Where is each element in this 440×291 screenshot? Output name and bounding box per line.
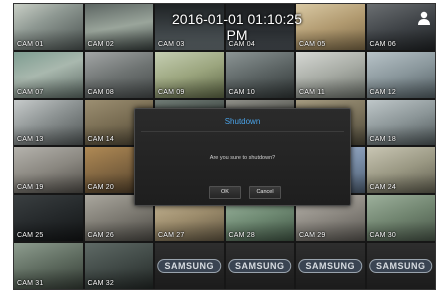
samsung-logo: SAMSUNG xyxy=(157,259,222,274)
camera-tile[interactable]: CAM 02 xyxy=(84,4,153,50)
camera-label: CAM 13 xyxy=(17,136,44,144)
camera-label: CAM 25 xyxy=(17,232,44,240)
camera-label: CAM 26 xyxy=(87,232,114,240)
dialog-message: Are you sure to shutdown? xyxy=(209,155,276,161)
camera-tile[interactable]: CAM 24 xyxy=(366,147,435,194)
no-camera-tile: SAMSUNG xyxy=(296,243,365,289)
camera-label: CAM 29 xyxy=(299,232,326,240)
camera-tile[interactable]: CAM 10 xyxy=(225,51,294,98)
shutdown-dialog: Shutdown Are you sure to shutdown? OK Ca… xyxy=(134,108,351,206)
camera-label: CAM 10 xyxy=(228,88,255,96)
cancel-button[interactable]: Cancel xyxy=(249,186,281,199)
camera-label: CAM 32 xyxy=(87,279,114,287)
camera-label: CAM 20 xyxy=(87,184,114,192)
samsung-logo: SAMSUNG xyxy=(227,259,292,274)
camera-tile[interactable]: CAM 09 xyxy=(155,51,224,98)
camera-label: CAM 24 xyxy=(369,184,396,192)
datetime-display: 2016-01-01 01:10:25 PM xyxy=(172,11,302,43)
no-camera-tile: SAMSUNG xyxy=(366,243,435,289)
camera-label: CAM 27 xyxy=(158,232,185,240)
camera-monitor: CAM 01 CAM 02 CAM 03 CAM 04 CAM 05 CAM 0… xyxy=(13,3,436,290)
camera-tile[interactable]: CAM 11 xyxy=(296,51,365,98)
camera-tile[interactable]: CAM 19 xyxy=(14,147,83,194)
camera-tile[interactable]: CAM 18 xyxy=(366,99,435,146)
camera-label: CAM 08 xyxy=(87,88,114,96)
samsung-logo: SAMSUNG xyxy=(368,259,433,274)
camera-label: CAM 09 xyxy=(158,88,185,96)
camera-label: CAM 14 xyxy=(87,136,114,144)
dialog-divider xyxy=(141,131,344,132)
camera-tile[interactable]: CAM 08 xyxy=(84,51,153,98)
camera-label: CAM 31 xyxy=(17,279,44,287)
camera-label: CAM 19 xyxy=(17,184,44,192)
camera-tile[interactable]: CAM 01 xyxy=(14,4,83,50)
camera-tile[interactable]: CAM 07 xyxy=(14,51,83,98)
camera-label: CAM 28 xyxy=(228,232,255,240)
camera-tile[interactable]: CAM 32 xyxy=(84,243,153,289)
camera-label: CAM 30 xyxy=(369,232,396,240)
camera-tile[interactable]: CAM 12 xyxy=(366,51,435,98)
camera-tile[interactable]: CAM 13 xyxy=(14,99,83,146)
no-camera-tile: SAMSUNG xyxy=(155,243,224,289)
no-camera-tile: SAMSUNG xyxy=(225,243,294,289)
camera-tile[interactable]: CAM 31 xyxy=(14,243,83,289)
camera-tile[interactable]: CAM 25 xyxy=(14,195,83,242)
camera-label: CAM 07 xyxy=(17,88,44,96)
user-icon[interactable] xyxy=(417,10,431,26)
dialog-title: Shutdown xyxy=(224,117,261,126)
samsung-logo: SAMSUNG xyxy=(298,259,363,274)
camera-label: CAM 11 xyxy=(299,88,325,96)
camera-label: CAM 01 xyxy=(17,40,44,48)
camera-label: CAM 06 xyxy=(369,40,396,48)
camera-label: CAM 12 xyxy=(369,88,396,96)
camera-label: CAM 18 xyxy=(369,136,396,144)
camera-tile[interactable]: CAM 30 xyxy=(366,195,435,242)
ok-button[interactable]: OK xyxy=(209,186,241,199)
camera-label: CAM 02 xyxy=(87,40,114,48)
dialog-panel: Shutdown Are you sure to shutdown? OK Ca… xyxy=(134,108,351,206)
